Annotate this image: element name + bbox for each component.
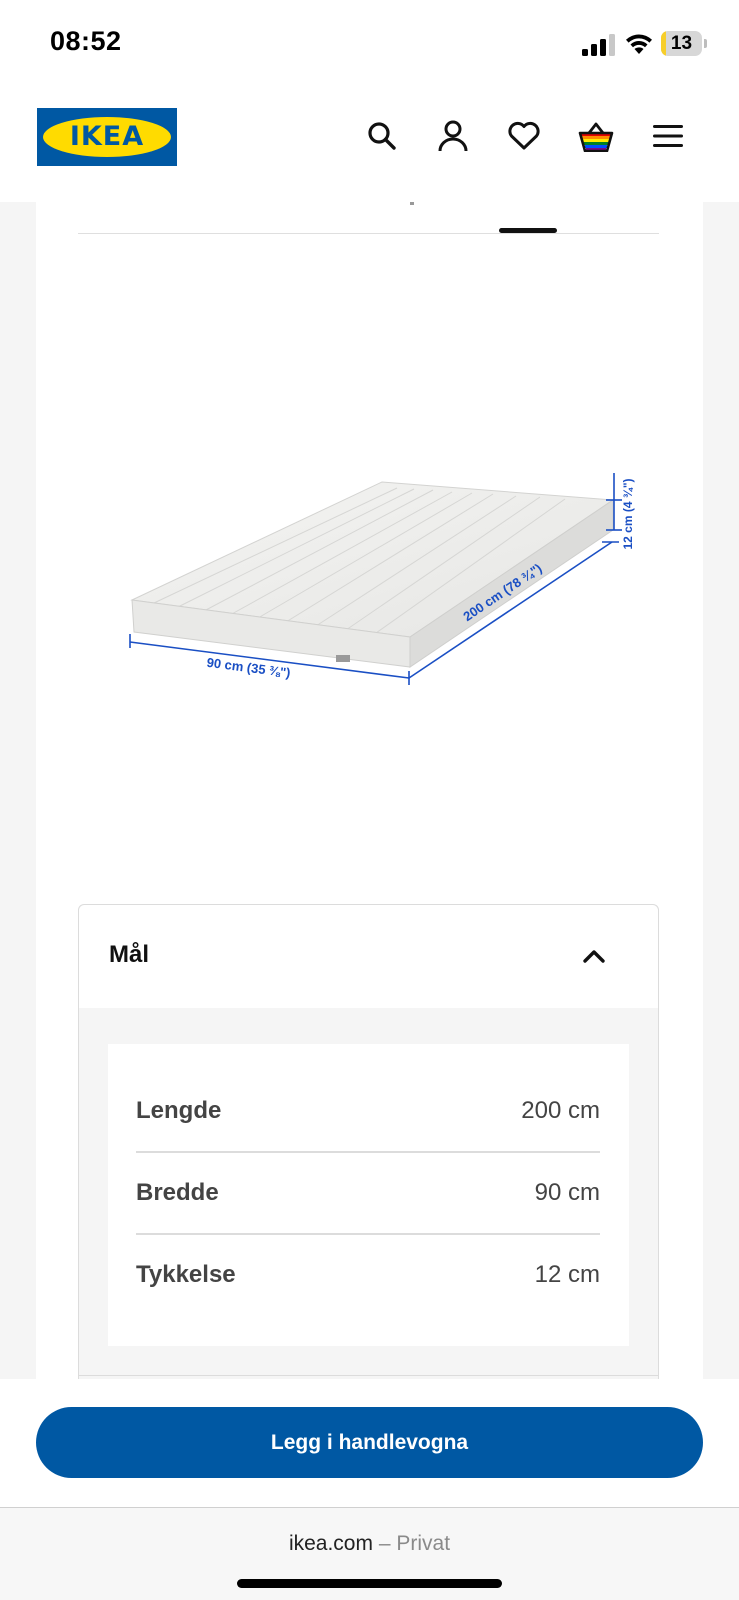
favourites-button[interactable] — [504, 116, 544, 156]
dimension-row-width: Bredde 90 cm — [136, 1152, 600, 1234]
dimension-row-thickness: Tykkelse 12 cm — [136, 1234, 600, 1316]
dimension-label: Tykkelse — [136, 1261, 236, 1288]
dimension-value: 200 cm — [521, 1097, 600, 1124]
tab-divider — [78, 233, 659, 234]
site-header: IKEA — [0, 90, 739, 202]
tab-fragment — [410, 202, 414, 205]
browser-address-bar[interactable]: ikea.com – Privat — [0, 1507, 739, 1600]
heart-icon — [508, 121, 540, 150]
menu-icon — [653, 125, 683, 147]
cart-button[interactable] — [576, 116, 616, 156]
menu-button[interactable] — [648, 116, 688, 156]
wifi-icon — [626, 34, 652, 54]
home-indicator[interactable] — [237, 1579, 502, 1588]
cart-icon — [578, 122, 614, 152]
search-icon — [368, 122, 396, 150]
dimension-label: Bredde — [136, 1179, 219, 1206]
private-mode-label: Privat — [396, 1532, 451, 1555]
battery-percent: 13 — [670, 33, 693, 54]
active-tab-indicator[interactable] — [499, 228, 557, 233]
accordion-divider — [79, 1375, 658, 1376]
battery-icon: 13 — [661, 31, 707, 56]
url-domain: ikea.com — [288, 1532, 373, 1555]
dimension-label: Lengde — [136, 1097, 222, 1124]
status-bar: 08:52 13 — [0, 0, 739, 90]
mattress-dimension-image: 90 cm (35 ⅜") 200 cm (78 ¾") 12 cm (4 ¾"… — [129, 473, 635, 685]
url-separator: – — [372, 1532, 397, 1555]
dimensions-table: Lengde 200 cm Bredde 90 cm Tykkelse 12 c… — [108, 1044, 629, 1346]
accordion-title: Mål — [109, 941, 150, 968]
url-display[interactable]: ikea.com – Privat — [0, 1532, 739, 1556]
search-button[interactable] — [362, 116, 402, 156]
account-button[interactable] — [433, 116, 473, 156]
thickness-label: 12 cm (4 ¾") — [621, 478, 635, 549]
dimension-value: 12 cm — [534, 1261, 600, 1288]
width-label: 90 cm (35 ⅜") — [206, 655, 291, 681]
dimensions-accordion: Mål Lengde 200 cm Bredde 90 cm Tykkelse … — [78, 904, 659, 1379]
bottom-action-bar: Legg i handlevogna — [0, 1379, 739, 1507]
dimension-row-length: Lengde 200 cm — [136, 1070, 600, 1152]
logo-text: IKEA — [69, 121, 145, 152]
signal-icon — [582, 34, 615, 56]
user-icon — [438, 120, 468, 152]
ikea-logo[interactable]: IKEA — [37, 108, 177, 166]
chevron-up-icon[interactable] — [579, 943, 609, 969]
dimension-value: 90 cm — [534, 1179, 600, 1206]
dimensions-accordion-header[interactable]: Mål — [79, 905, 658, 1008]
add-to-cart-button[interactable]: Legg i handlevogna — [36, 1407, 703, 1478]
product-card: 90 cm (35 ⅜") 200 cm (78 ¾") 12 cm (4 ¾"… — [36, 202, 703, 1379]
status-time: 08:52 — [50, 26, 122, 56]
